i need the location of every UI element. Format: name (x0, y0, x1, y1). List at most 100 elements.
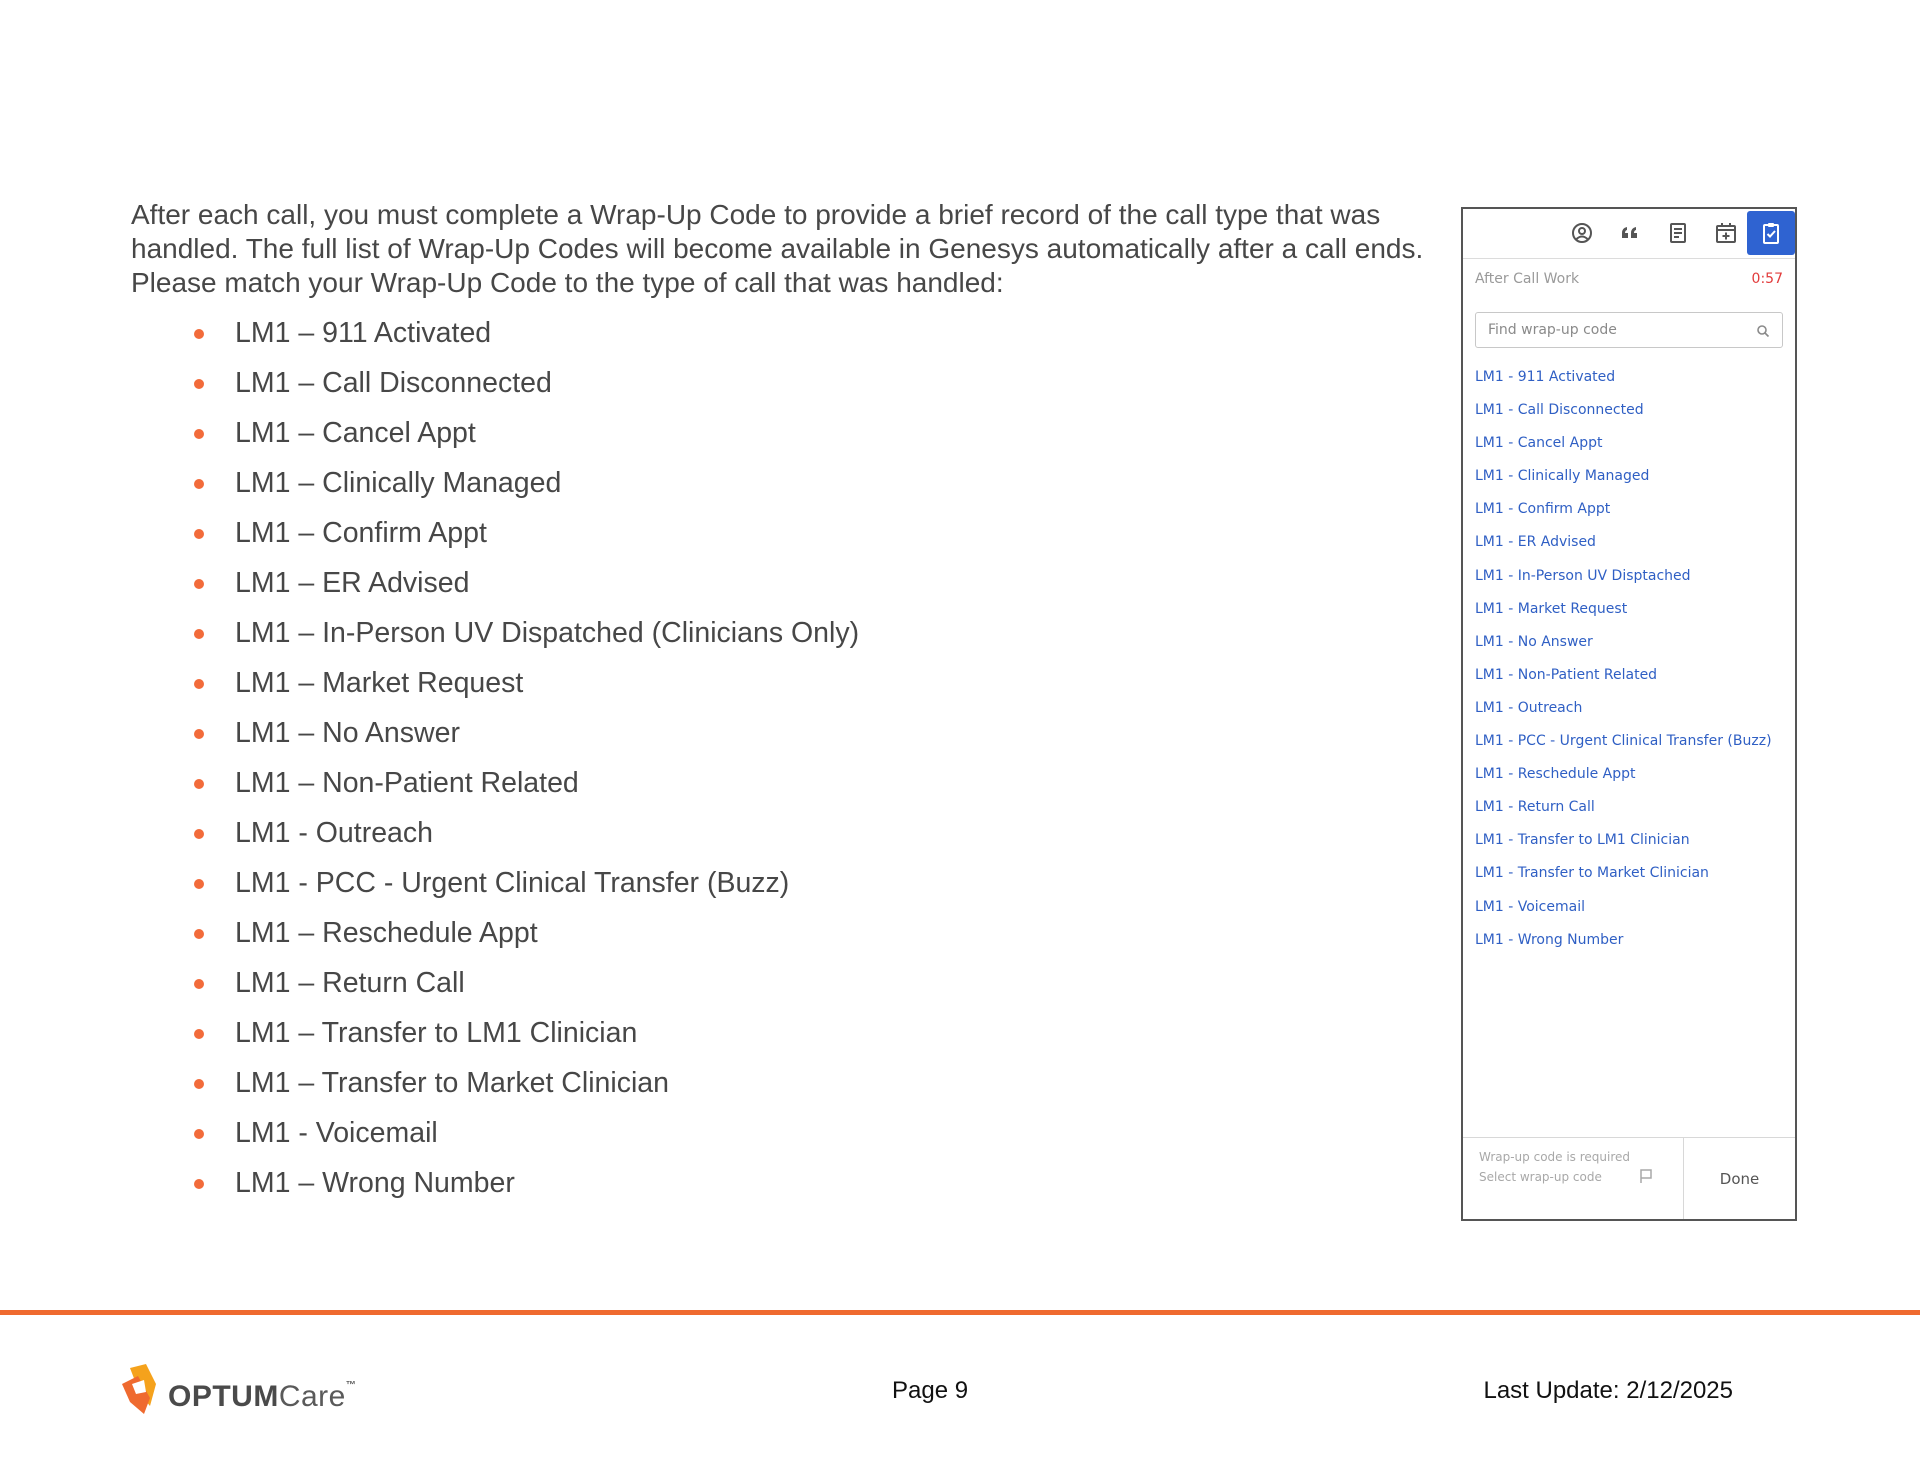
document-icon[interactable] (1656, 213, 1700, 253)
bullet-dot (194, 479, 204, 489)
wrap-up-code-option[interactable]: LM1 - No Answer (1475, 626, 1772, 659)
select-message: Select wrap-up code (1479, 1170, 1602, 1184)
bullet-dot (194, 629, 204, 639)
bullet-item: LM1 – Non-Patient Related (190, 758, 859, 808)
bullet-text: LM1 – ER Advised (235, 567, 470, 599)
bullet-item: LM1 – Wrong Number (190, 1158, 859, 1208)
wrap-up-code-option[interactable]: LM1 - Clinically Managed (1475, 460, 1772, 493)
bullet-text: LM1 - Outreach (235, 817, 433, 849)
wrap-up-code-option[interactable]: LM1 - Transfer to Market Clinician (1475, 857, 1772, 890)
wrap-up-code-options: LM1 - 911 Activated LM1 - Call Disconnect… (1475, 361, 1772, 957)
bullet-dot (194, 879, 204, 889)
panel-footer: Wrap-up code is required Select wrap-up … (1463, 1137, 1795, 1219)
bullet-text: LM1 – Cancel Appt (235, 417, 476, 449)
bullet-item: LM1 - Outreach (190, 808, 859, 858)
wrap-up-code-option[interactable]: LM1 - PCC - Urgent Clinical Transfer (Bu… (1475, 725, 1772, 758)
bullet-text: LM1 - PCC - Urgent Clinical Transfer (Bu… (235, 867, 790, 899)
bullet-item: LM1 – 911 Activated (190, 308, 859, 358)
search-input[interactable]: Find wrap-up code (1475, 312, 1783, 348)
bullet-item: LM1 – Transfer to Market Clinician (190, 1058, 859, 1108)
bullet-item: LM1 – In-Person UV Dispatched (Clinician… (190, 608, 859, 658)
wrap-up-code-option[interactable]: LM1 - Transfer to LM1 Clinician (1475, 824, 1772, 857)
bullet-dot (194, 429, 204, 439)
search-placeholder: Find wrap-up code (1488, 322, 1617, 338)
last-update: Last Update: 2/12/2025 (1483, 1377, 1733, 1404)
person-circle-icon[interactable] (1560, 213, 1604, 253)
bullet-item: LM1 – Market Request (190, 658, 859, 708)
bullet-dot (194, 379, 204, 389)
page-number: Page 9 (892, 1377, 969, 1404)
flag-icon[interactable] (1638, 1168, 1654, 1188)
wrap-up-code-option[interactable]: LM1 - Wrong Number (1475, 924, 1772, 957)
wrap-up-code-option[interactable]: LM1 - ER Advised (1475, 526, 1772, 559)
calendar-plus-icon[interactable] (1704, 213, 1748, 253)
bullet-text: LM1 – Wrong Number (235, 1167, 515, 1199)
bullet-text: LM1 – 911 Activated (235, 317, 492, 349)
logo-wordmark: OPTUMCare™ (168, 1380, 357, 1413)
bullet-text: LM1 – Confirm Appt (235, 517, 487, 549)
bullet-item: LM1 – Return Call (190, 958, 859, 1008)
wrap-up-code-option[interactable]: LM1 - Call Disconnected (1475, 394, 1772, 427)
done-button[interactable]: Done (1684, 1138, 1795, 1219)
after-call-work-panel: After Call Work 0:57 Find wrap-up code L… (1461, 207, 1797, 1221)
bullet-dot (194, 529, 204, 539)
wrap-up-code-option[interactable]: LM1 - Outreach (1475, 692, 1772, 725)
quote-icon[interactable] (1608, 213, 1652, 253)
bullet-text: LM1 – Market Request (235, 667, 524, 699)
bullet-item: LM1 – Cancel Appt (190, 408, 859, 458)
search-icon[interactable] (1756, 323, 1770, 342)
bullet-text: LM1 - Voicemail (235, 1117, 438, 1149)
wrap-up-code-option[interactable]: LM1 - In-Person UV Disptached (1475, 560, 1772, 593)
bullet-item: LM1 – ER Advised (190, 558, 859, 608)
bullet-item: LM1 – Confirm Appt (190, 508, 859, 558)
wrap-up-code-option[interactable]: LM1 - Cancel Appt (1475, 427, 1772, 460)
acw-timer: 0:57 (1751, 271, 1783, 287)
bullet-text: LM1 – Clinically Managed (235, 467, 562, 499)
intro-paragraph: After each call, you must complete a Wra… (131, 199, 1424, 298)
wrap-up-code-option[interactable]: LM1 - Non-Patient Related (1475, 659, 1772, 692)
optum-care-logo: OPTUMCare™ (116, 1362, 356, 1422)
wrap-up-code-option[interactable]: LM1 - Reschedule Appt (1475, 758, 1772, 791)
bullet-dot (194, 579, 204, 589)
bullet-dot (194, 1179, 204, 1189)
footer-rule (0, 1310, 1920, 1315)
bullet-dot (194, 1029, 204, 1039)
wrap-up-status: Wrap-up code is required Select wrap-up … (1463, 1138, 1684, 1219)
wrap-up-code-option[interactable]: LM1 - Confirm Appt (1475, 493, 1772, 526)
wrap-up-code-option[interactable]: LM1 - Voicemail (1475, 891, 1772, 924)
wrap-up-code-option[interactable]: LM1 - Market Request (1475, 593, 1772, 626)
bullet-text: LM1 – Non-Patient Related (235, 767, 579, 799)
bullet-dot (194, 829, 204, 839)
bullet-dot (194, 329, 204, 339)
after-call-work-header: After Call Work 0:57 (1475, 271, 1783, 291)
after-call-work-title: After Call Work (1475, 271, 1580, 287)
bullet-text: LM1 – Reschedule Appt (235, 917, 538, 949)
bullet-dot (194, 979, 204, 989)
bullet-text: LM1 – No Answer (235, 717, 460, 749)
bullet-text: LM1 – Return Call (235, 967, 465, 999)
panel-toolbar (1463, 209, 1795, 259)
bullet-dot (194, 779, 204, 789)
bullet-dot (194, 1129, 204, 1139)
bullet-item: LM1 - Voicemail (190, 1108, 859, 1158)
bullet-item: LM1 – Transfer to LM1 Clinician (190, 1008, 859, 1058)
bullet-dot (194, 679, 204, 689)
bullet-dot (194, 1079, 204, 1089)
bullet-text: LM1 – Call Disconnected (235, 367, 552, 399)
bullet-text: LM1 – In-Person UV Dispatched (Clinician… (235, 617, 860, 649)
bullet-item: LM1 – Clinically Managed (190, 458, 859, 508)
bullet-item: LM1 – Reschedule Appt (190, 908, 859, 958)
required-message: Wrap-up code is required (1479, 1150, 1631, 1164)
bullet-item: LM1 – Call Disconnected (190, 358, 859, 408)
wrap-up-code-option[interactable]: LM1 - Return Call (1475, 791, 1772, 824)
bullet-item: LM1 - PCC - Urgent Clinical Transfer (Bu… (190, 858, 859, 908)
bullet-item: LM1 – No Answer (190, 708, 859, 758)
wrap-up-code-list: LM1 – 911 Activated LM1 – Call Disconnect… (190, 308, 859, 1208)
bullet-dot (194, 729, 204, 739)
wrap-up-code-option[interactable]: LM1 - 911 Activated (1475, 361, 1772, 394)
bullet-dot (194, 929, 204, 939)
bullet-text: LM1 – Transfer to Market Clinician (235, 1067, 669, 1099)
optum-logo-mark (122, 1364, 156, 1414)
bullet-text: LM1 – Transfer to LM1 Clinician (235, 1017, 638, 1049)
clipboard-check-icon[interactable] (1747, 211, 1795, 255)
